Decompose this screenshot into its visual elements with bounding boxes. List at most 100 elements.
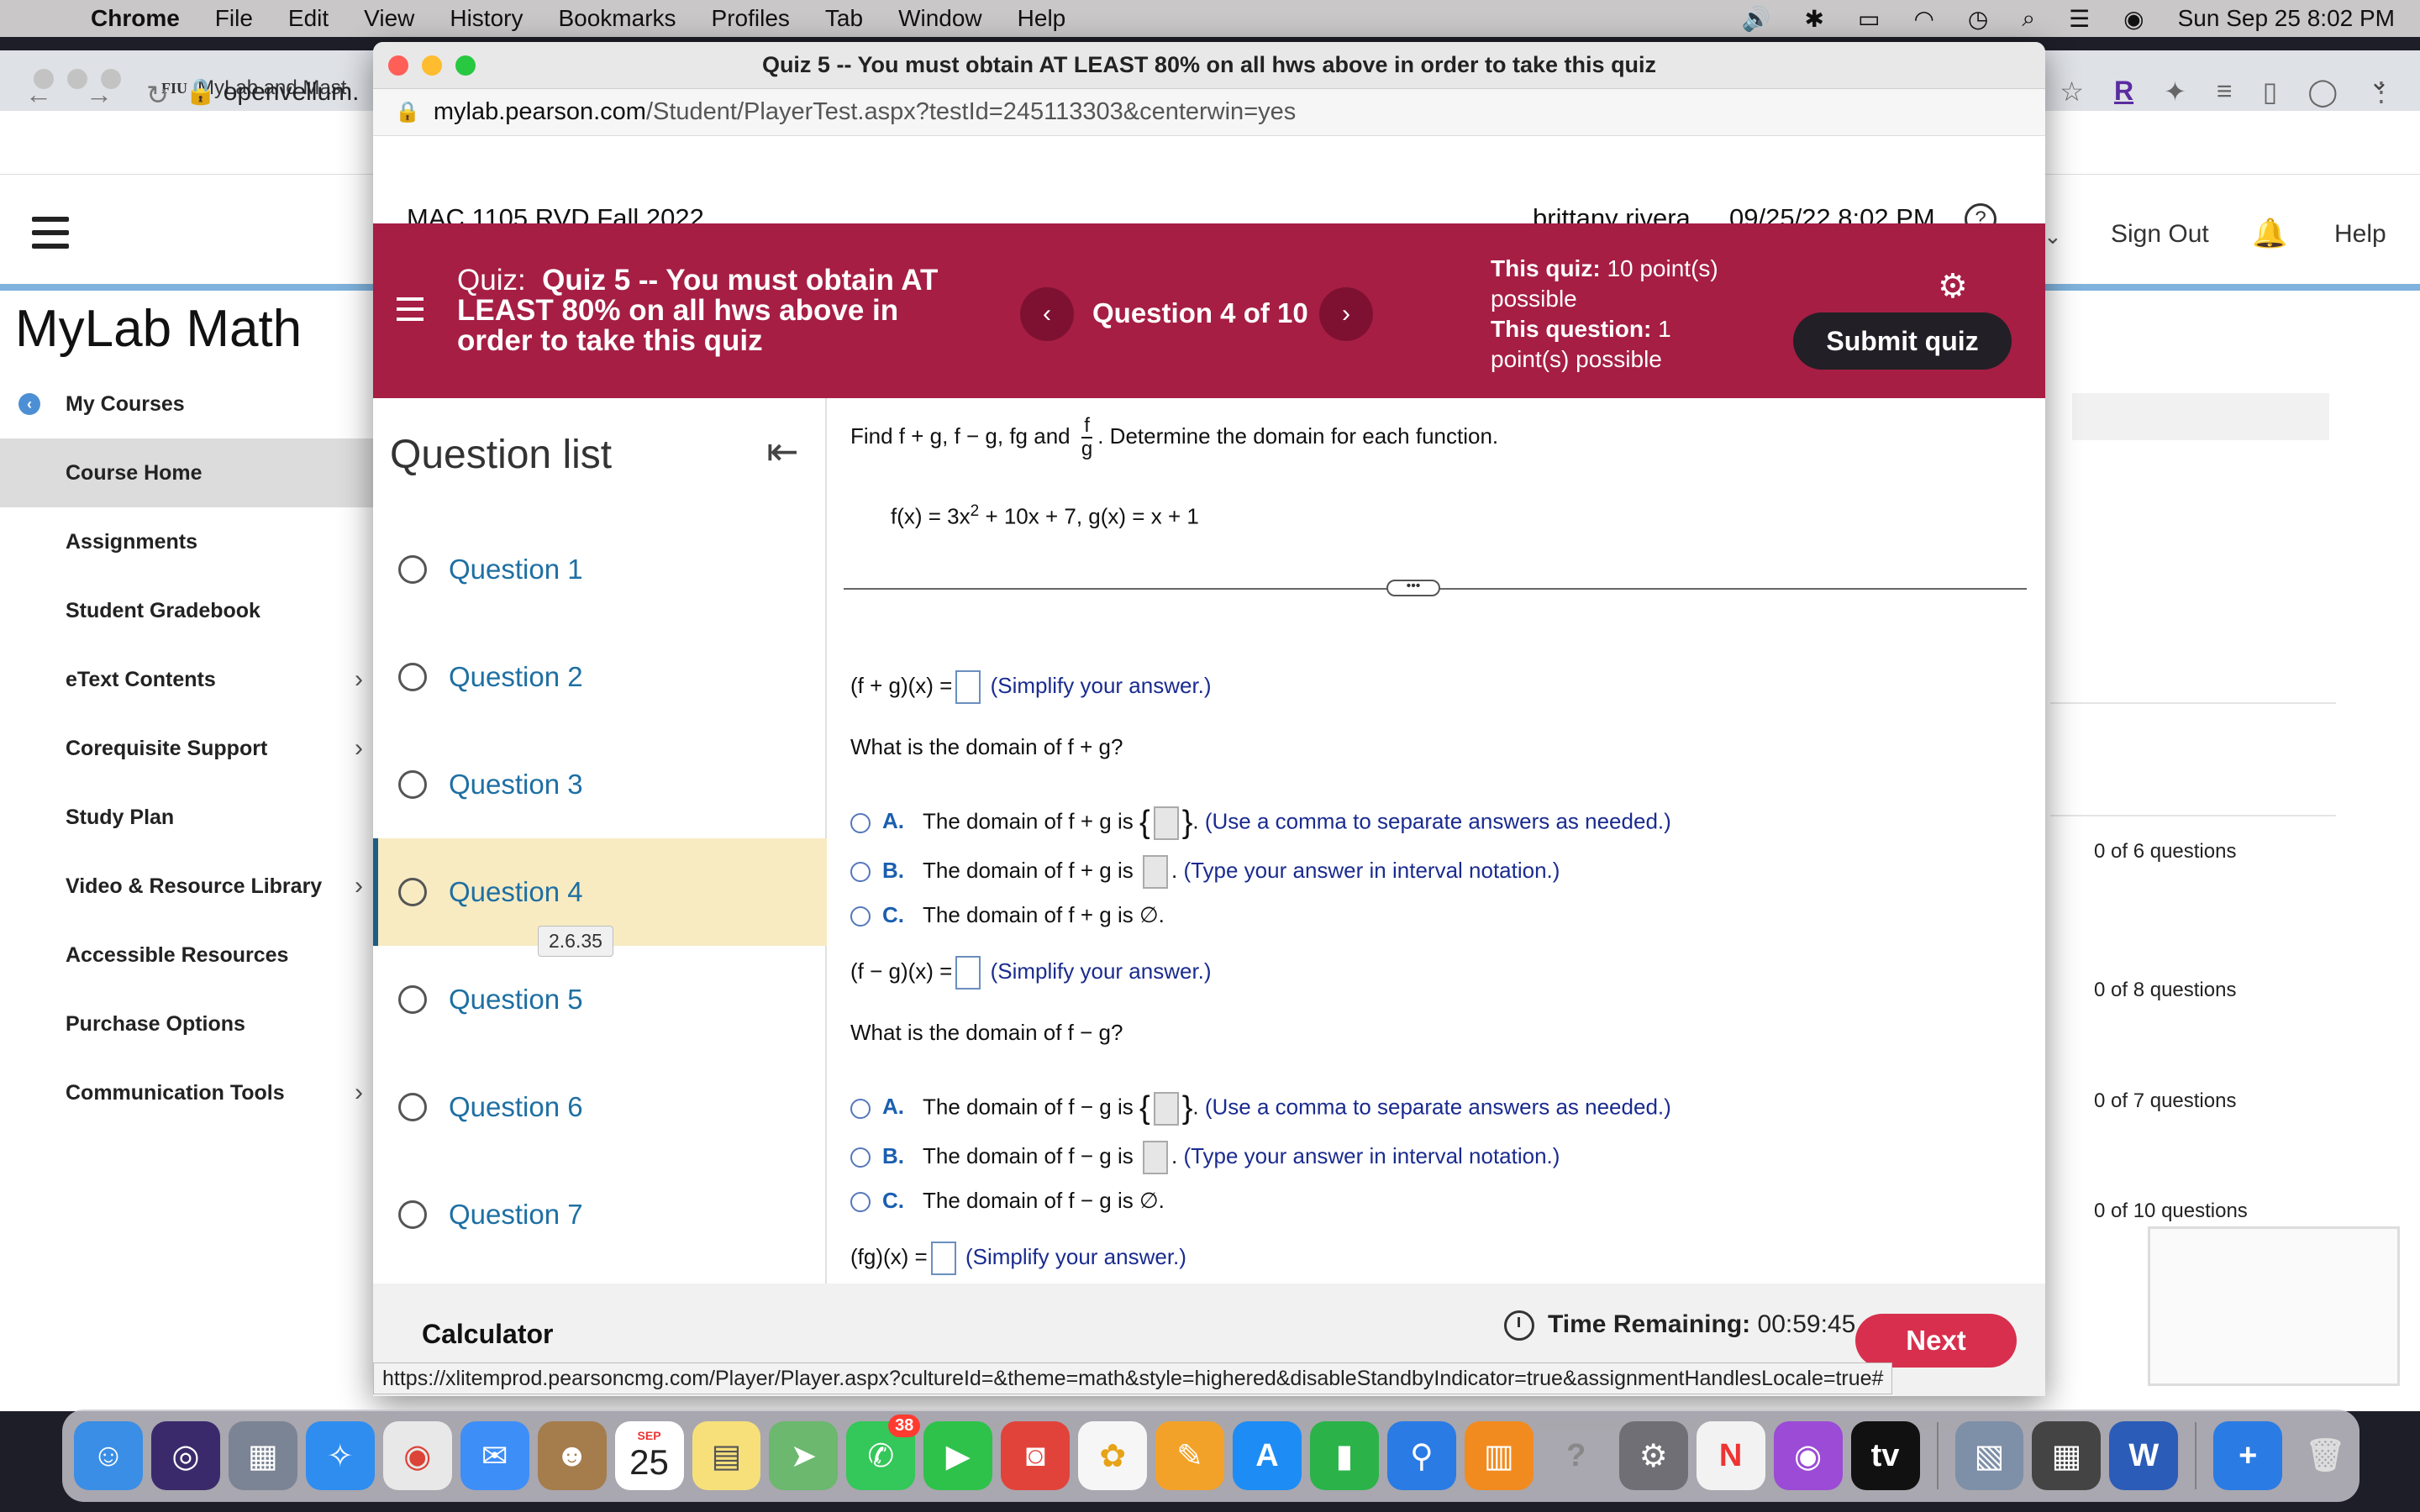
launchpad-icon[interactable]: ▦ [228, 1421, 297, 1490]
difference-interval-input[interactable] [1142, 1141, 1168, 1174]
podcasts-icon[interactable]: ◉ [1773, 1421, 1843, 1490]
nav-video-resource-library[interactable]: Video & Resource Library › [0, 852, 373, 921]
difference-option-a[interactable]: A. The domain of f − g is {}. (Use a comm… [850, 1090, 1671, 1126]
menu-window[interactable]: Window [898, 5, 982, 32]
sum-interval-input[interactable] [1142, 855, 1168, 889]
difference-option-c[interactable]: C. The domain of f − g is ∅. [850, 1188, 1165, 1214]
question-item-7[interactable]: Question 7 [373, 1161, 827, 1268]
radio-button[interactable] [850, 1192, 871, 1213]
facetime-icon[interactable]: ▶ [923, 1421, 993, 1490]
drag-handle[interactable]: ••• [1386, 580, 1440, 596]
nav-corequisite-support[interactable]: Corequisite Support › [0, 714, 373, 783]
collapse-panel-icon[interactable]: ⇤ [766, 428, 799, 474]
menu-file[interactable]: File [215, 5, 253, 32]
difference-set-input[interactable] [1153, 1091, 1179, 1126]
sum-option-c[interactable]: C. The domain of f + g is ∅. [850, 902, 1165, 928]
nav-accessible-resources[interactable]: Accessible Resources [0, 921, 373, 990]
menu-edit[interactable]: Edit [288, 5, 329, 32]
finder-icon[interactable]: ☺ [74, 1421, 143, 1490]
system-preferences-icon[interactable]: ⚙ [1618, 1421, 1688, 1490]
close-dot[interactable] [388, 55, 408, 76]
nav-student-gradebook[interactable]: Student Gradebook [0, 576, 373, 645]
menu-app[interactable]: Chrome [91, 5, 180, 32]
profile-avatar-icon[interactable]: ◯ [2307, 76, 2338, 108]
submit-quiz-button[interactable]: Submit quiz [1793, 312, 2012, 370]
back-arrow-icon[interactable]: ← [25, 79, 52, 111]
next-button[interactable]: Next [1855, 1314, 2017, 1368]
photo-booth-icon[interactable]: ◙ [1001, 1421, 1071, 1490]
add-download-icon[interactable]: + [2213, 1421, 2283, 1490]
sum-option-b[interactable]: B. The domain of f + g is . (Type your an… [850, 855, 1560, 889]
nav-assignments[interactable]: Assignments [0, 507, 373, 576]
question-item-1[interactable]: Question 1 [373, 516, 827, 623]
preview-icon[interactable]: ▧ [1954, 1421, 2024, 1490]
nav-communication-tools[interactable]: Communication Tools › [0, 1058, 373, 1127]
help-question-icon[interactable]: ? [1542, 1421, 1611, 1490]
address-bar[interactable]: 🔒 openvellum. [185, 77, 359, 107]
radio-button[interactable] [850, 1147, 871, 1168]
siri-app-icon[interactable]: ◎ [150, 1421, 220, 1490]
kebab-menu-icon[interactable]: ⋮ [2368, 76, 2395, 108]
messages-icon[interactable]: ✆ 38 [846, 1415, 921, 1490]
menu-history[interactable]: History [450, 5, 523, 32]
wifi-icon[interactable]: ◠ [1913, 5, 1933, 33]
radio-button[interactable] [850, 812, 871, 833]
difference-option-b[interactable]: B. The domain of f − g is . (Type your an… [850, 1141, 1560, 1174]
time-machine-icon[interactable]: ◷ [1968, 5, 1988, 33]
bluetooth-icon[interactable]: ✱ [1805, 5, 1824, 33]
reload-icon[interactable]: ↻ [146, 79, 169, 111]
nav-course-home[interactable]: Course Home [0, 438, 373, 507]
question-item-2[interactable]: Question 2 [373, 623, 827, 731]
safari-icon[interactable]: ✧ [305, 1421, 375, 1490]
books-icon[interactable]: ▥ [1464, 1421, 1534, 1490]
menu-tab[interactable]: Tab [825, 5, 863, 32]
zoom-dot[interactable] [455, 55, 476, 76]
question-item-3[interactable]: Question 3 [373, 731, 827, 838]
extension-r-icon[interactable]: R [2114, 76, 2133, 108]
screenshot-thumbnail[interactable] [2148, 1226, 2400, 1386]
pages-icon[interactable]: ✎ [1155, 1421, 1225, 1490]
settings-gear-icon[interactable]: ⚙ [1938, 267, 1968, 306]
nav-etext-contents[interactable]: eText Contents › [0, 645, 373, 714]
calculator-button[interactable]: Calculator [422, 1319, 553, 1350]
sign-out-link[interactable]: Sign Out [2111, 220, 2209, 249]
menu-bookmarks[interactable]: Bookmarks [558, 5, 676, 32]
keynote-icon[interactable]: ⚲ [1386, 1421, 1456, 1490]
product-answer-input[interactable] [930, 1242, 956, 1275]
notification-bell-icon[interactable]: 🔔 [2252, 217, 2287, 250]
control-center-icon[interactable]: ☰ [2069, 5, 2090, 33]
notes-icon[interactable]: ▤ [692, 1421, 761, 1490]
nav-my-courses[interactable]: ‹ My Courses [0, 370, 373, 438]
radio-button[interactable] [850, 862, 871, 882]
menu-profiles[interactable]: Profiles [712, 5, 790, 32]
help-link[interactable]: Help [2334, 220, 2386, 249]
extensions-puzzle-icon[interactable]: ✦ [2164, 76, 2186, 108]
news-icon[interactable]: N [1696, 1421, 1765, 1490]
volume-icon[interactable]: 🔊 [1742, 5, 1771, 33]
apple-tv-icon[interactable]: tv [1850, 1421, 1920, 1490]
side-panel-icon[interactable]: ▯ [2263, 76, 2278, 108]
sum-option-a[interactable]: A. The domain of f + g is {}. (Use a comm… [850, 805, 1671, 841]
contacts-icon[interactable]: ☻ [537, 1421, 607, 1490]
nav-study-plan[interactable]: Study Plan [0, 783, 373, 852]
question-item-4[interactable]: Question 4 2.6.35 [373, 838, 827, 957]
word-icon[interactable]: W [2109, 1421, 2179, 1490]
quiz-menu-icon[interactable] [397, 297, 424, 328]
question-item-6[interactable]: Question 6 [373, 1053, 827, 1161]
minimize-dot[interactable] [422, 55, 442, 76]
spotlight-icon[interactable]: ⌕ [2022, 5, 2035, 33]
forward-arrow-icon[interactable]: → [86, 79, 113, 111]
maps-icon[interactable]: ➤ [769, 1421, 839, 1490]
menu-help[interactable]: Help [1018, 5, 1066, 32]
menubar-clock[interactable]: Sun Sep 25 8:02 PM [2178, 5, 2395, 32]
photos-icon[interactable]: ✿ [1078, 1421, 1148, 1490]
nav-purchase-options[interactable]: Purchase Options [0, 990, 373, 1058]
mail-icon[interactable]: ✉ [460, 1421, 529, 1490]
menu-view[interactable]: View [364, 5, 414, 32]
sum-answer-input[interactable] [955, 670, 981, 704]
calendar-icon[interactable]: SEP 25 [614, 1421, 684, 1490]
chrome-icon[interactable]: ◉ [382, 1421, 452, 1490]
trash-icon[interactable]: 🗑 [2291, 1421, 2360, 1490]
battery-icon[interactable]: ▭ [1858, 5, 1880, 33]
reading-list-icon[interactable]: ≡ [2217, 76, 2233, 108]
